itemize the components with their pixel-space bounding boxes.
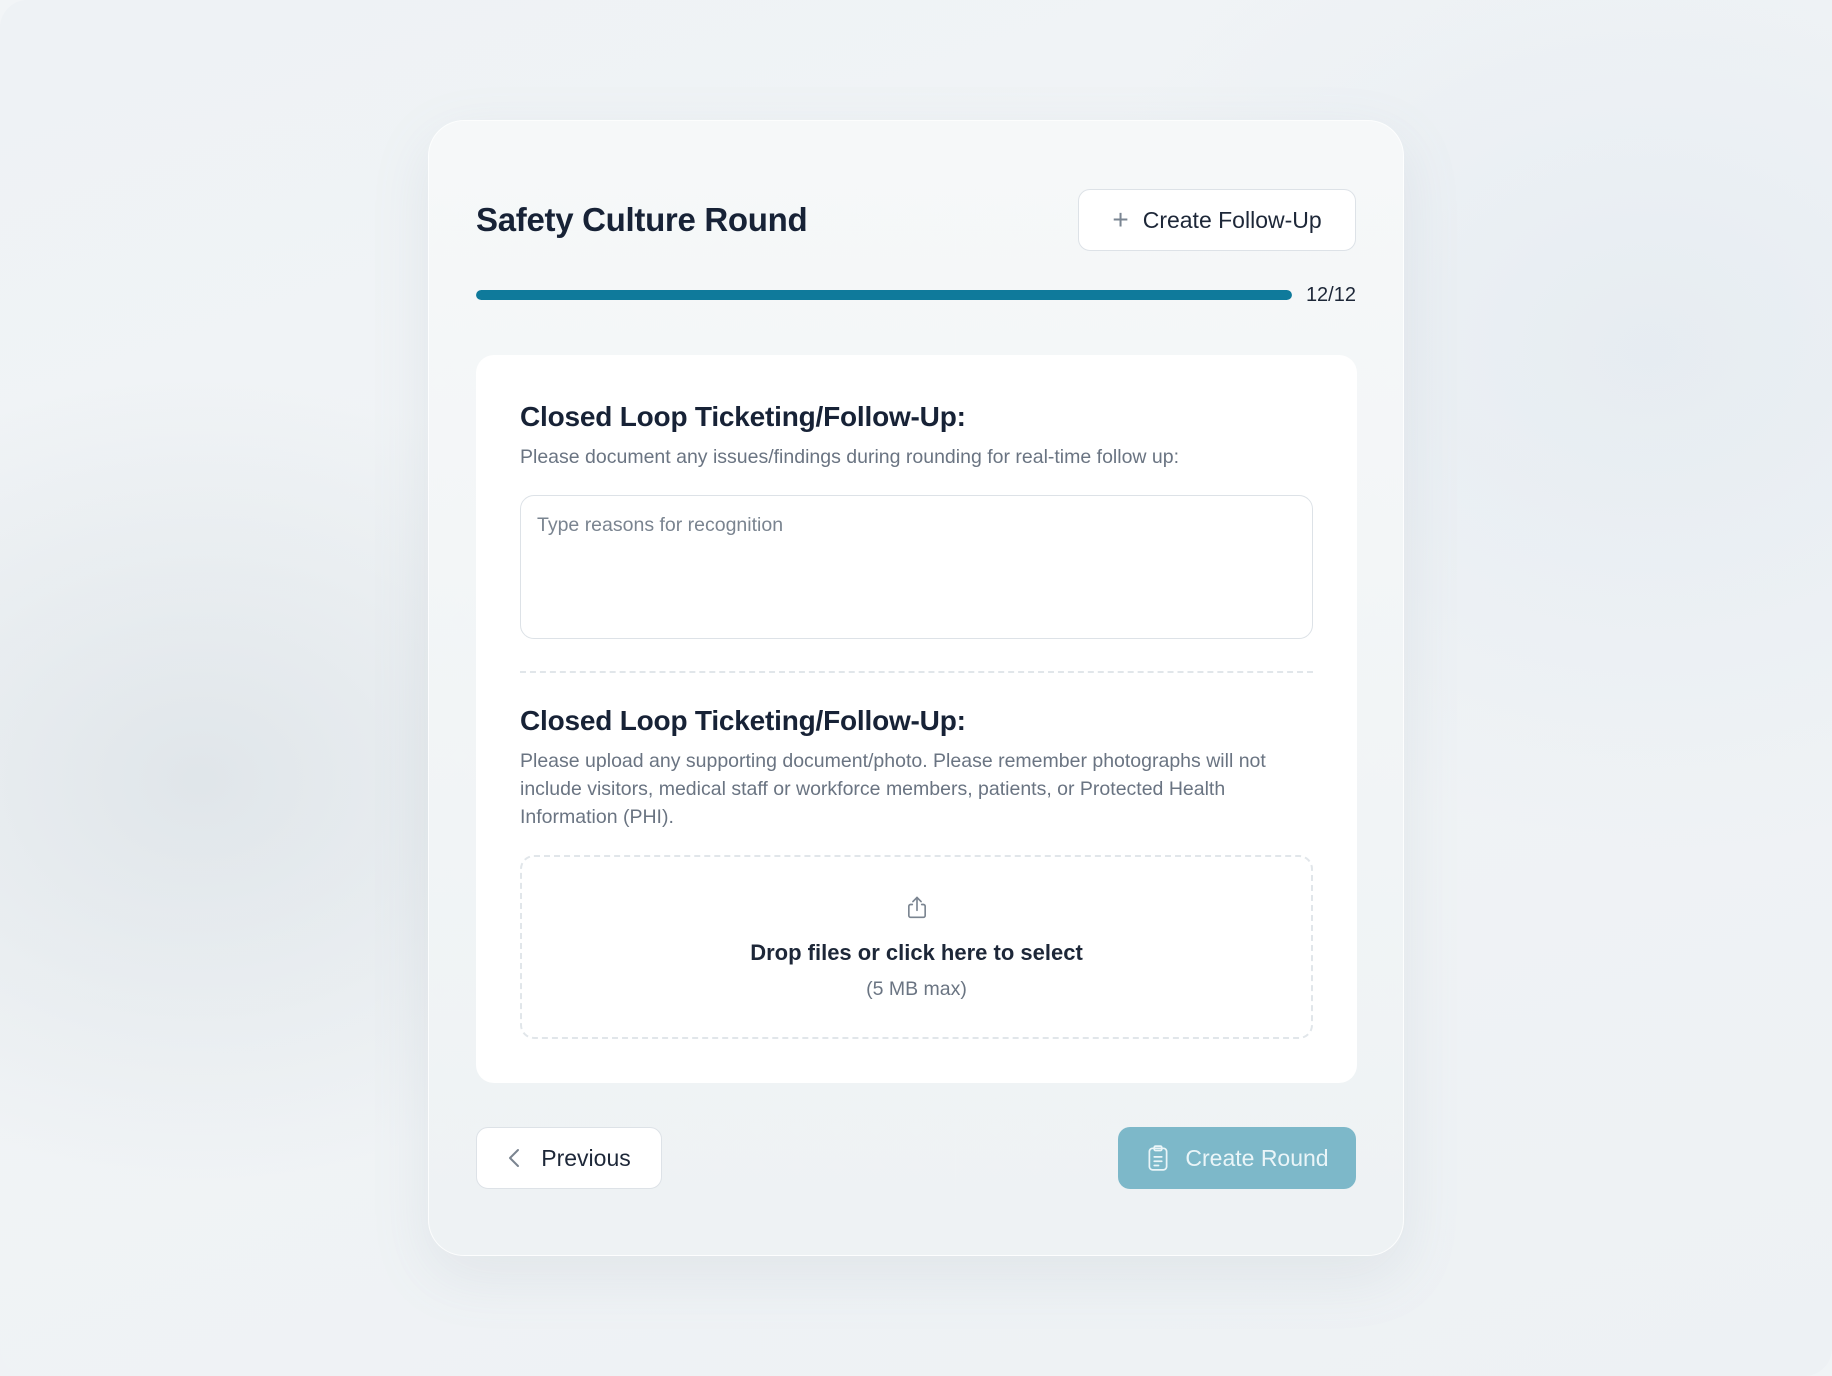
plus-icon: + <box>1112 204 1129 235</box>
background: Safety Culture Round + Create Follow-Up … <box>0 0 1832 1376</box>
card-header: Safety Culture Round + Create Follow-Up <box>476 189 1356 251</box>
section-divider <box>520 671 1313 673</box>
chevron-left-icon <box>509 1149 520 1167</box>
dropzone-size-limit: (5 MB max) <box>866 977 967 1000</box>
form-panel: Closed Loop Ticketing/Follow-Up: Please … <box>476 355 1357 1083</box>
section-description: Please upload any supporting document/ph… <box>520 750 1266 828</box>
round-card: Safety Culture Round + Create Follow-Up … <box>428 120 1404 1256</box>
progress-row: 12/12 <box>476 281 1356 309</box>
dropzone-title: Drop files or click here to select <box>750 939 1083 965</box>
previous-label: Previous <box>541 1144 631 1171</box>
progress-bar-fill <box>476 290 1292 300</box>
create-round-label: Create Round <box>1185 1144 1329 1171</box>
progress-bar <box>476 290 1292 300</box>
create-follow-up-button[interactable]: + Create Follow-Up <box>1078 189 1356 251</box>
create-round-button[interactable]: Create Round <box>1118 1127 1356 1189</box>
section-upload: Closed Loop Ticketing/Follow-Up: Please … <box>520 705 1313 831</box>
recognition-reasons-input[interactable] <box>520 495 1313 639</box>
previous-button[interactable]: Previous <box>476 1127 662 1189</box>
file-dropzone[interactable]: Drop files or click here to select (5 MB… <box>520 855 1313 1039</box>
upload-icon <box>907 896 926 918</box>
create-follow-up-label: Create Follow-Up <box>1142 206 1322 233</box>
section-follow-up-notes: Closed Loop Ticketing/Follow-Up: Please … <box>520 401 1313 471</box>
section-description: Please document any issues/findings duri… <box>520 446 1180 468</box>
progress-counter: 12/12 <box>1305 283 1356 306</box>
section-title: Closed Loop Ticketing/Follow-Up: <box>520 401 966 432</box>
page-title: Safety Culture Round <box>476 201 808 238</box>
clipboard-icon <box>1148 1145 1168 1171</box>
card-footer: Previous Create Round <box>476 1127 1356 1189</box>
section-title: Closed Loop Ticketing/Follow-Up: <box>520 705 966 736</box>
